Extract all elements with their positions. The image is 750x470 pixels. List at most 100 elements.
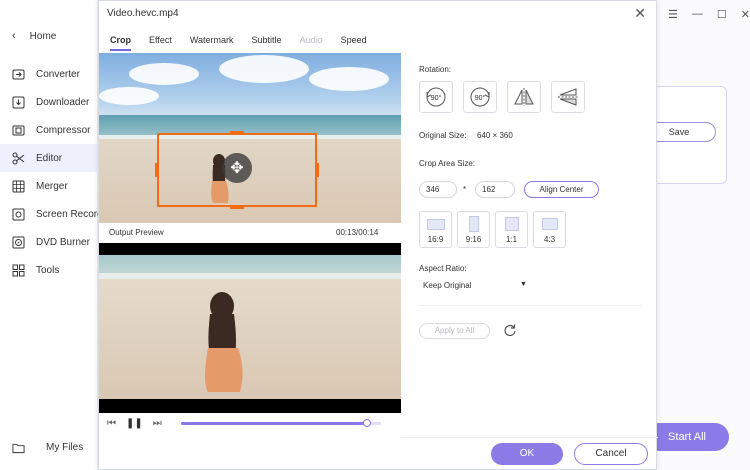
editor-icon	[12, 152, 25, 165]
sidebar-item-label: Converter	[36, 68, 80, 80]
rotation-label: Rotation:	[419, 65, 452, 74]
move-icon[interactable]: ✥	[222, 153, 252, 183]
editor-dialog: Video.hevc.mp4 ✕ Crop Effect Watermark S…	[98, 0, 658, 470]
next-frame-icon[interactable]: ⏭	[153, 418, 162, 429]
sidebar-item-label: DVD Burner	[36, 236, 90, 248]
ratio-label: 4:3	[543, 235, 556, 244]
rotate-left-icon: 90°	[426, 87, 446, 107]
main-panel-edge	[657, 0, 750, 470]
menu-icon[interactable]: ☰	[668, 8, 678, 21]
chevron-down-icon: ▼	[520, 281, 527, 288]
aspect-ratio-value: Keep Original	[423, 281, 472, 290]
align-center-button[interactable]: Align Center	[524, 181, 599, 198]
chevron-left-icon: ‹	[12, 30, 16, 42]
sidebar-item-label: Tools	[36, 264, 60, 276]
crop-handle-left[interactable]	[155, 163, 159, 177]
ratio-icon	[426, 219, 445, 230]
ratio-icon	[541, 218, 558, 230]
divider	[401, 437, 658, 438]
crop-handle-bottom[interactable]	[230, 205, 244, 209]
editor-tabs: Crop Effect Watermark Subtitle Audio Spe…	[110, 35, 385, 51]
sidebar-item-editor[interactable]: Editor	[0, 144, 98, 172]
output-preview	[99, 243, 401, 413]
downloader-icon	[12, 96, 25, 109]
crop-handle-top[interactable]	[230, 131, 244, 135]
ratio-9-16-button[interactable]: 9:16	[457, 211, 490, 248]
source-preview[interactable]: ✥	[99, 53, 401, 223]
person-figure	[205, 292, 243, 392]
tab-audio[interactable]: Audio	[300, 35, 323, 51]
tab-effect[interactable]: Effect	[149, 35, 172, 51]
tab-subtitle[interactable]: Subtitle	[252, 35, 282, 51]
tools-icon	[12, 264, 25, 277]
ratio-4-3-button[interactable]: 4:3	[533, 211, 566, 248]
divider	[419, 305, 641, 306]
reset-icon[interactable]	[503, 323, 517, 337]
home-label: Home	[29, 30, 57, 42]
window-controls: ☰ — ☐ ✕	[668, 8, 750, 21]
my-files-link[interactable]: My Files	[12, 441, 83, 454]
sidebar-item-converter[interactable]: Converter	[0, 60, 98, 88]
sidebar-item-label: Screen Recorder	[36, 208, 98, 220]
sidebar-item-downloader[interactable]: Downloader	[0, 88, 98, 116]
flip-vertical-button[interactable]	[551, 81, 585, 113]
flip-horizontal-icon	[514, 88, 534, 106]
output-preview-label: Output Preview	[109, 228, 164, 237]
dialog-title: Video.hevc.mp4	[107, 8, 179, 19]
sidebar-item-label: Merger	[36, 180, 68, 192]
sidebar-item-tools[interactable]: Tools	[0, 256, 98, 284]
previous-frame-icon[interactable]: ⏮	[107, 418, 116, 429]
sidebar-item-dvd-burner[interactable]: DVD Burner	[0, 228, 98, 256]
ratio-label: 9:16	[465, 235, 482, 244]
merger-icon	[12, 180, 25, 193]
flip-horizontal-button[interactable]	[507, 81, 541, 113]
original-size-value: 640 × 360	[477, 131, 513, 140]
crop-width-input[interactable]: 346	[419, 181, 457, 198]
screen-recorder-icon	[12, 208, 25, 221]
tab-speed[interactable]: Speed	[341, 35, 367, 51]
minimize-icon[interactable]: —	[692, 8, 703, 21]
ratio-icon	[468, 216, 479, 232]
rotate-right-button[interactable]: 90°	[463, 81, 497, 113]
progress-slider[interactable]	[181, 419, 381, 427]
sidebar: ‹ Home Converter Downloader Compressor E…	[0, 0, 98, 470]
pause-icon[interactable]: ❚❚	[126, 418, 143, 429]
flip-vertical-icon	[558, 88, 578, 106]
ratio-16-9-button[interactable]: 16:9	[419, 211, 452, 248]
ok-button[interactable]: OK	[491, 443, 563, 465]
progress-fill	[181, 422, 367, 425]
cancel-button[interactable]: Cancel	[574, 443, 648, 465]
crop-height-input[interactable]: 162	[475, 181, 515, 198]
rotate-left-text: 90°	[431, 94, 442, 102]
sidebar-item-screen-recorder[interactable]: Screen Recorder	[0, 200, 98, 228]
rotate-right-text: 90°	[475, 94, 486, 102]
rotate-right-icon: 90°	[470, 87, 490, 107]
dvd-burner-icon	[12, 236, 25, 249]
rotate-left-button[interactable]: 90°	[419, 81, 453, 113]
aspect-ratio-select[interactable]: Keep Original ▼	[423, 281, 531, 295]
sidebar-item-compressor[interactable]: Compressor	[0, 116, 98, 144]
ratio-icon	[504, 217, 519, 231]
progress-knob[interactable]	[363, 419, 371, 427]
time-readout: 00:13/00:14	[336, 228, 379, 237]
folder-icon	[12, 441, 25, 454]
app-window: ‹ Home Converter Downloader Compressor E…	[0, 0, 750, 470]
crop-area-label: Crop Area Size:	[419, 159, 476, 168]
tab-crop[interactable]: Crop	[110, 35, 131, 51]
apply-to-all-button[interactable]: Apply to All	[419, 323, 490, 339]
ratio-label: 16:9	[427, 235, 444, 244]
crop-handle-right[interactable]	[315, 163, 319, 177]
compressor-icon	[12, 124, 25, 137]
home-link[interactable]: ‹ Home	[12, 30, 56, 42]
ratio-1-1-button[interactable]: 1:1	[495, 211, 528, 248]
sidebar-item-label: Downloader	[36, 96, 90, 108]
times-sign: *	[463, 185, 467, 194]
sidebar-item-merger[interactable]: Merger	[0, 172, 98, 200]
sidebar-item-label: Editor	[36, 152, 63, 164]
dialog-close-icon[interactable]: ✕	[634, 5, 646, 22]
close-icon[interactable]: ✕	[741, 8, 750, 21]
tab-watermark[interactable]: Watermark	[190, 35, 234, 51]
sidebar-item-label: Compressor	[36, 124, 91, 136]
ratio-label: 1:1	[505, 235, 518, 244]
maximize-icon[interactable]: ☐	[717, 8, 727, 21]
